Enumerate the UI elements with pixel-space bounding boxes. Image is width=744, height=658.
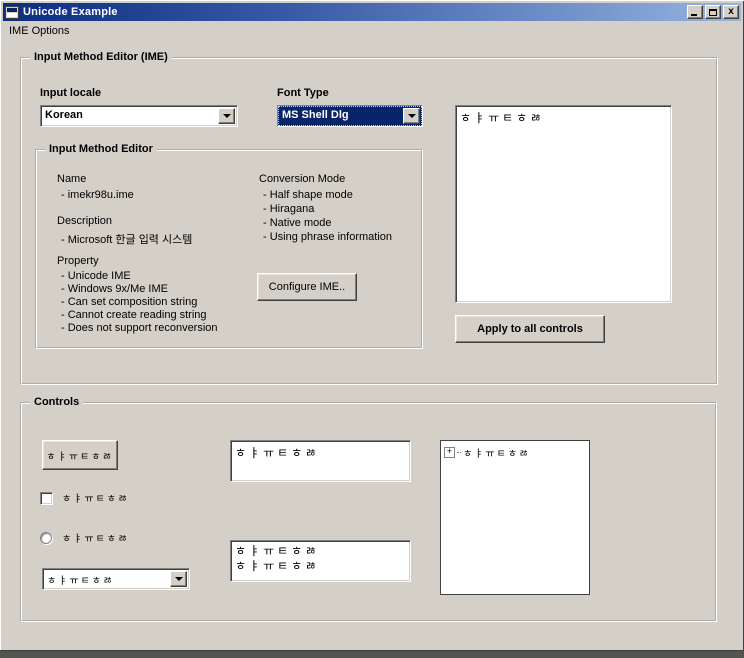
input-locale-dropdown-button[interactable] [218, 108, 235, 124]
ime-details-groupbox: Input Method Editor Name - imekr98u.ime … [35, 149, 423, 349]
menu-bar: IME Options [3, 21, 741, 40]
property-item: - Cannot create reading string [61, 309, 207, 321]
description-label: Description [57, 215, 112, 227]
tree-connector [457, 452, 461, 453]
input-locale-label: Input locale [40, 87, 101, 99]
sample-button-label: ㅎㅑㅠㅌㅎㅀ [46, 448, 113, 463]
sample-radio[interactable] [40, 532, 52, 544]
name-value: - imekr98u.ime [61, 189, 134, 201]
property-item: - Does not support reconversion [61, 322, 218, 334]
preview-text: ㅎㅑㅠㅌㅎㅀ [460, 111, 544, 125]
input-locale-combobox[interactable]: Korean [40, 105, 238, 127]
sample-edit-2-line: ㅎㅑㅠㅌㅎㅀ [235, 544, 406, 559]
sample-button[interactable]: ㅎㅑㅠㅌㅎㅀ [42, 440, 118, 470]
sample-combobox-value: ㅎㅑㅠㅌㅎㅀ [43, 569, 189, 589]
ime-details-title: Input Method Editor [45, 143, 157, 155]
apply-to-all-controls-button[interactable]: Apply to all controls [455, 315, 605, 343]
window-bottom-border [0, 650, 744, 658]
close-icon: x [728, 7, 734, 17]
property-label: Property [57, 255, 99, 267]
font-type-combobox[interactable]: MS Shell Dlg [277, 105, 423, 127]
configure-ime-button[interactable]: Configure IME.. [257, 273, 357, 301]
conversion-mode-label: Conversion Mode [259, 173, 345, 185]
chevron-down-icon [223, 114, 231, 118]
minimize-button[interactable] [687, 5, 703, 19]
titlebar-buttons: x [687, 5, 739, 19]
sample-edit-2-line: ㅎㅑㅠㅌㅎㅀ [235, 559, 406, 574]
conversion-item: - Using phrase information [263, 231, 392, 243]
sample-edit-2[interactable]: ㅎㅑㅠㅌㅎㅀ ㅎㅑㅠㅌㅎㅀ [230, 540, 411, 582]
sample-treeview[interactable]: + ㅎㅑㅠㅌㅎㅀ [440, 440, 590, 595]
ime-groupbox: Input Method Editor (IME) Input locale K… [20, 57, 718, 385]
chevron-down-icon [408, 114, 416, 118]
tree-expand-button[interactable]: + [444, 447, 455, 458]
property-item: - Unicode IME [61, 270, 131, 282]
maximize-button[interactable] [705, 5, 721, 19]
name-label: Name [57, 173, 86, 185]
unicode-example-window: Unicode Example x IME Options Input Meth… [0, 0, 744, 658]
property-item: - Can set composition string [61, 296, 197, 308]
font-type-label: Font Type [277, 87, 329, 99]
font-type-dropdown-button[interactable] [403, 108, 420, 124]
sample-edit-1-text: ㅎㅑㅠㅌㅎㅀ [235, 446, 319, 460]
tree-item[interactable]: + ㅎㅑㅠㅌㅎㅀ [443, 443, 587, 462]
close-button[interactable]: x [723, 5, 739, 19]
sample-checkbox-label[interactable]: ㅎㅑㅠㅌㅎㅀ [62, 490, 129, 505]
conversion-item: - Native mode [263, 217, 331, 229]
ime-groupbox-title: Input Method Editor (IME) [30, 51, 172, 63]
app-window-icon [5, 6, 19, 19]
menu-ime-options[interactable]: IME Options [3, 23, 76, 39]
ime-preview-textarea[interactable]: ㅎㅑㅠㅌㅎㅀ [455, 105, 672, 303]
property-item: - Windows 9x/Me IME [61, 283, 168, 295]
minimize-icon [691, 14, 697, 16]
sample-combobox-dropdown-button[interactable] [170, 571, 187, 587]
sample-combobox[interactable]: ㅎㅑㅠㅌㅎㅀ [42, 568, 190, 590]
window-title: Unicode Example [19, 6, 687, 18]
conversion-item: - Hiragana [263, 203, 314, 215]
conversion-item: - Half shape mode [263, 189, 353, 201]
input-locale-value: Korean [41, 106, 237, 126]
sample-radio-label[interactable]: ㅎㅑㅠㅌㅎㅀ [62, 530, 129, 545]
controls-groupbox: Controls ㅎㅑㅠㅌㅎㅀ ㅎㅑㅠㅌㅎㅀ ㅎㅑㅠㅌㅎㅀ ㅎㅑㅠㅌㅎㅀ ㅎㅑㅠ… [20, 402, 717, 622]
maximize-icon [709, 9, 717, 16]
sample-edit-1[interactable]: ㅎㅑㅠㅌㅎㅀ [230, 440, 411, 482]
description-value: - Microsoft 한글 입력 시스템 [61, 231, 192, 247]
chevron-down-icon [175, 577, 183, 581]
titlebar[interactable]: Unicode Example x [3, 3, 741, 21]
controls-groupbox-title: Controls [30, 396, 83, 408]
font-type-value: MS Shell Dlg [278, 106, 422, 126]
sample-checkbox[interactable] [40, 492, 53, 505]
tree-item-label: ㅎㅑㅠㅌㅎㅀ [463, 445, 530, 460]
